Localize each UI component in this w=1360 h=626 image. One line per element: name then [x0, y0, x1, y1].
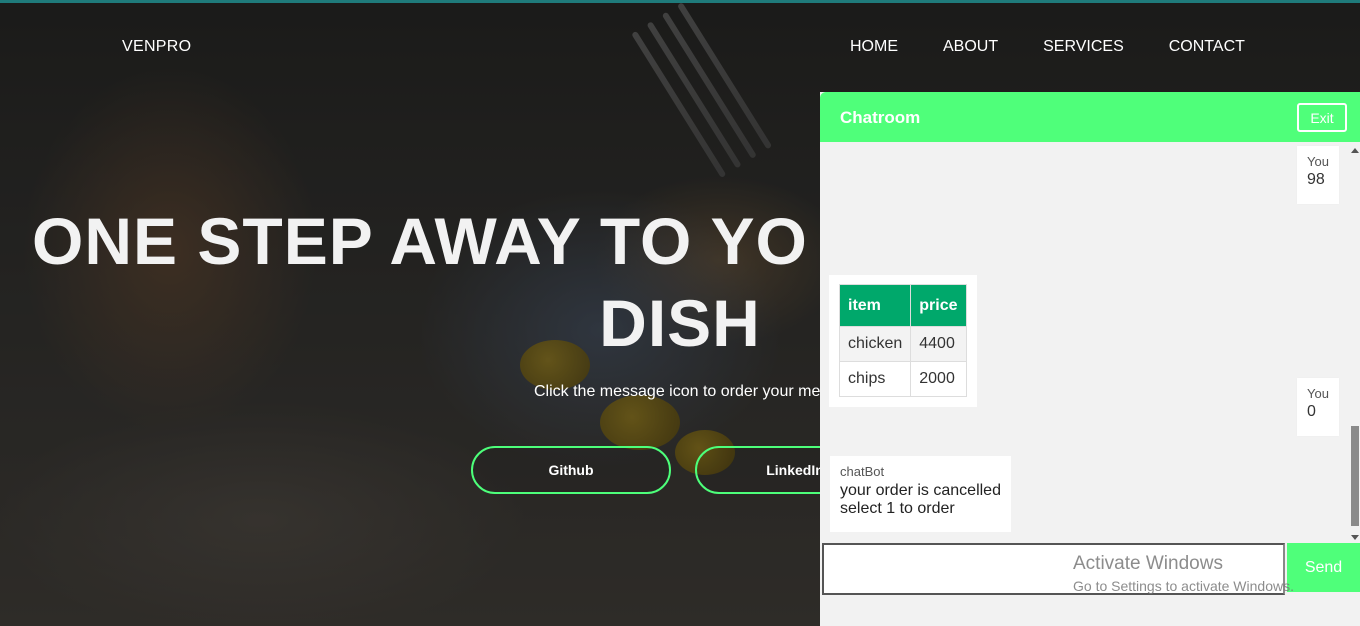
table-cell: chips	[838, 361, 912, 397]
nav-link-about[interactable]: ABOUT	[943, 38, 998, 56]
github-button[interactable]: Github	[471, 446, 671, 494]
chatroom-panel: Chatroom Exit You 98 item price chicken …	[820, 92, 1360, 626]
exit-button[interactable]: Exit	[1297, 103, 1347, 132]
table-header-price: price	[910, 284, 967, 327]
watermark-line2: Go to Settings to activate Windows.	[1073, 578, 1294, 594]
menu-table: item price chicken 4400 chips 2000	[838, 284, 967, 397]
nav-link-services[interactable]: SERVICES	[1043, 38, 1124, 56]
scroll-thumb[interactable]	[1351, 426, 1359, 526]
message-text: your order is cancelled select 1 to orde…	[840, 482, 1001, 518]
table-cell: 4400	[910, 326, 967, 362]
message-line: select 1 to order	[840, 500, 955, 517]
nav-link-home[interactable]: HOME	[850, 38, 898, 56]
message-sender: You	[1307, 154, 1329, 169]
send-button[interactable]: Send	[1287, 543, 1360, 592]
user-message: You 0	[1297, 378, 1339, 436]
chatroom-header: Chatroom Exit	[820, 92, 1360, 142]
watermark-line1: Activate Windows	[1073, 553, 1223, 574]
main-nav: HOME ABOUT SERVICES CONTACT	[850, 38, 1290, 56]
chatroom-title: Chatroom	[840, 108, 921, 127]
message-text: 98	[1307, 171, 1325, 188]
bot-menu-message: item price chicken 4400 chips 2000	[829, 275, 977, 407]
hero-subtitle: Click the message icon to order your me	[534, 383, 821, 400]
table-row: chicken 4400	[838, 326, 967, 362]
chat-scrollbar[interactable]	[1350, 144, 1360, 540]
table-header-item: item	[838, 284, 912, 327]
chat-messages[interactable]: You 98 item price chicken 4400 chips 200…	[820, 142, 1360, 592]
brand-logo[interactable]: VENPRO	[122, 38, 191, 56]
user-message: You 98	[1297, 146, 1339, 204]
message-text: 0	[1307, 403, 1316, 420]
nav-link-contact[interactable]: CONTACT	[1169, 38, 1245, 56]
table-row: chips 2000	[838, 361, 967, 397]
message-line: your order is cancelled	[840, 482, 1001, 499]
table-cell: 2000	[910, 361, 967, 397]
message-sender: You	[1307, 386, 1329, 401]
top-accent-line	[0, 0, 1360, 3]
windows-activation-watermark: Activate Windows Go to Settings to activ…	[1073, 553, 1294, 594]
scroll-up-arrow-icon[interactable]	[1351, 148, 1359, 153]
table-cell: chicken	[838, 326, 912, 362]
bot-message: chatBot your order is cancelled select 1…	[830, 456, 1011, 532]
scroll-down-arrow-icon[interactable]	[1351, 535, 1359, 540]
message-sender: chatBot	[840, 464, 885, 479]
